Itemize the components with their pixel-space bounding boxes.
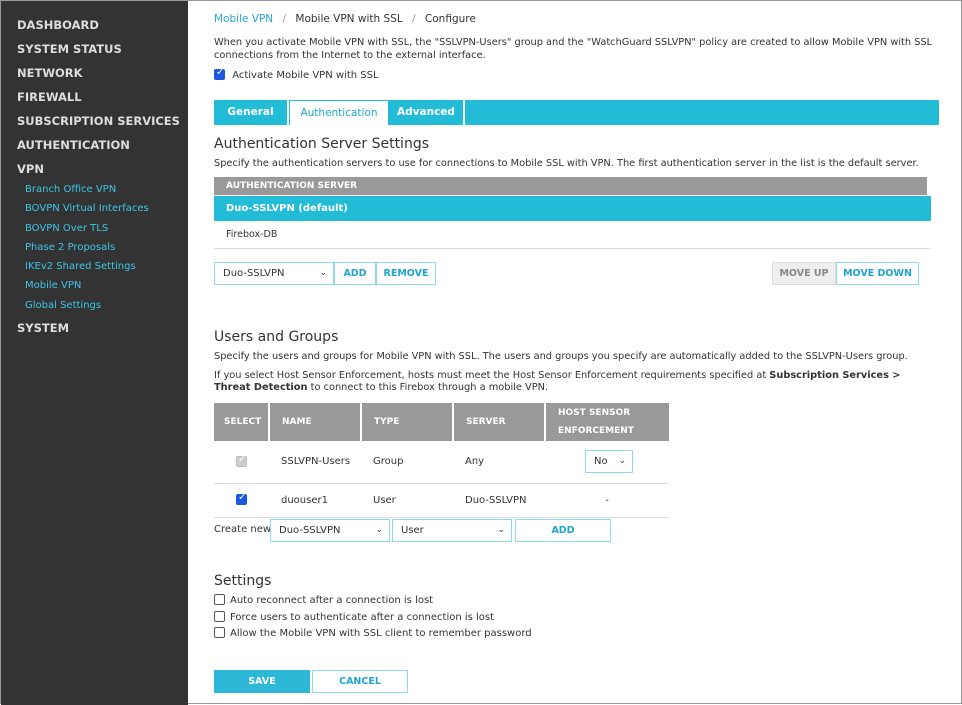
chevron-down-icon: ⌄ <box>375 525 383 535</box>
nav-global-settings[interactable]: Global Settings <box>25 300 101 311</box>
hse-cell: - <box>545 483 669 518</box>
auto-reconnect-checkbox[interactable] <box>214 594 225 605</box>
remember-password-checkbox[interactable] <box>214 627 225 638</box>
auth-remove-button[interactable]: REMOVE <box>376 262 436 285</box>
nav-system-status[interactable]: SYSTEM STATUS <box>17 42 122 56</box>
col-host-sensor: HOST SENSOR ENFORCEMENT <box>545 403 669 441</box>
users-section-desc: Specify the users and groups for Mobile … <box>214 351 908 362</box>
server-cell: Duo-SSLVPN <box>453 483 545 518</box>
breadcrumb: Mobile VPN / Mobile VPN with SSL / Confi… <box>214 13 476 25</box>
breadcrumb-separator: / <box>412 13 416 25</box>
setting-label: Auto reconnect after a connection is los… <box>230 594 434 606</box>
note-text: If you select Host Sensor Enforcement, h… <box>214 370 770 381</box>
col-server: SERVER <box>453 403 546 441</box>
nav-network[interactable]: NETWORK <box>17 66 83 80</box>
select-checkbox <box>236 454 247 467</box>
nav-vpn[interactable]: VPN <box>17 162 44 176</box>
tab-authentication[interactable]: Authentication <box>289 100 389 125</box>
chevron-down-icon: ⌄ <box>319 268 327 278</box>
chevron-down-icon: ⌄ <box>618 456 626 466</box>
nav-system[interactable]: SYSTEM <box>17 321 69 335</box>
auth-add-button[interactable]: ADD <box>334 262 376 285</box>
nav-dashboard[interactable]: DASHBOARD <box>17 18 99 32</box>
name-cell: duouser1 <box>269 483 361 518</box>
users-table-header: SELECT NAME TYPE SERVER HOST SENSOR ENFO… <box>214 403 669 441</box>
auth-server-header: AUTHENTICATION SERVER <box>214 177 927 195</box>
select-cell <box>214 483 269 518</box>
col-name: NAME <box>269 403 362 441</box>
setting-label: Allow the Mobile VPN with SSL client to … <box>230 627 532 639</box>
auth-server-row[interactable]: Firebox-DB <box>214 222 931 249</box>
name-cell: SSLVPN-Users <box>269 441 361 484</box>
hse-select-value: No <box>594 456 608 467</box>
host-sensor-note: If you select Host Sensor Enforcement, h… <box>214 370 939 394</box>
nav-bovpn-over-tls[interactable]: BOVPN Over TLS <box>25 223 108 234</box>
breadcrumb-mobile-vpn[interactable]: Mobile VPN <box>214 13 273 25</box>
activate-row: Activate Mobile VPN with SSL <box>214 67 379 81</box>
hse-select[interactable]: No ⌄ <box>585 450 633 473</box>
create-type-value: User <box>401 525 424 536</box>
activate-label: Activate Mobile VPN with SSL <box>232 69 379 81</box>
settings-title: Settings <box>214 573 272 589</box>
type-cell: Group <box>361 441 453 484</box>
col-select: SELECT <box>214 403 270 441</box>
setting-remember-password: Allow the Mobile VPN with SSL client to … <box>214 627 532 639</box>
activate-checkbox[interactable] <box>214 67 225 80</box>
type-cell: User <box>361 483 453 518</box>
auth-section-title: Authentication Server Settings <box>214 136 430 152</box>
setting-label: Force users to authenticate after a conn… <box>230 611 495 623</box>
nav-subscription-services[interactable]: SUBSCRIPTION SERVICES <box>17 114 180 128</box>
force-auth-checkbox[interactable] <box>214 611 225 622</box>
tab-advanced[interactable]: Advanced <box>389 100 465 125</box>
intro-text: When you activate Mobile VPN with SSL, t… <box>214 37 933 61</box>
setting-auto-reconnect: Auto reconnect after a connection is los… <box>214 594 433 606</box>
tab-general[interactable]: General <box>214 100 289 125</box>
breadcrumb-mobile-vpn-ssl: Mobile VPN with SSL <box>295 13 403 25</box>
users-section-title: Users and Groups <box>214 329 339 345</box>
breadcrumb-separator: / <box>282 13 287 25</box>
move-up-button[interactable]: MOVE UP <box>772 262 836 285</box>
users-table: SELECT NAME TYPE SERVER HOST SENSOR ENFO… <box>214 403 669 518</box>
create-server-select[interactable]: Duo-SSLVPN ⌄ <box>270 519 390 542</box>
setting-force-auth: Force users to authenticate after a conn… <box>214 611 494 623</box>
users-add-button[interactable]: ADD <box>515 519 611 542</box>
chevron-down-icon: ⌄ <box>497 525 505 535</box>
create-server-value: Duo-SSLVPN <box>279 525 341 536</box>
auth-server-select-value: Duo-SSLVPN <box>223 268 285 279</box>
nav-ikev2-shared-settings[interactable]: IKEv2 Shared Settings <box>25 261 136 272</box>
nav-firewall[interactable]: FIREWALL <box>17 90 82 104</box>
nav-branch-office-vpn[interactable]: Branch Office VPN <box>25 184 116 195</box>
save-button[interactable]: SAVE <box>214 670 310 693</box>
hse-cell: No ⌄ <box>545 441 669 484</box>
sidebar: DASHBOARD SYSTEM STATUS NETWORK FIREWALL… <box>1 1 188 705</box>
nav-authentication[interactable]: AUTHENTICATION <box>17 138 130 152</box>
table-row: duouser1 User Duo-SSLVPN - <box>214 483 669 518</box>
breadcrumb-configure: Configure <box>424 13 476 25</box>
table-row: SSLVPN-Users Group Any No ⌄ <box>214 441 669 484</box>
nav-bovpn-virtual-interfaces[interactable]: BOVPN Virtual Interfaces <box>25 203 149 214</box>
select-checkbox[interactable] <box>236 492 247 506</box>
auth-server-row-selected[interactable]: Duo-SSLVPN (default) <box>214 196 931 221</box>
create-type-select[interactable]: User ⌄ <box>392 519 512 542</box>
nav-mobile-vpn[interactable]: Mobile VPN <box>25 280 81 291</box>
cancel-button[interactable]: CANCEL <box>312 670 408 693</box>
tab-bar: General Authentication Advanced <box>214 100 939 125</box>
col-type: TYPE <box>361 403 454 441</box>
auth-server-select[interactable]: Duo-SSLVPN ⌄ <box>214 262 334 285</box>
move-down-button[interactable]: MOVE DOWN <box>836 262 919 285</box>
create-new-label: Create new: <box>214 524 274 535</box>
nav-phase2-proposals[interactable]: Phase 2 Proposals <box>25 242 115 253</box>
server-cell: Any <box>453 441 545 484</box>
select-cell <box>214 441 269 484</box>
note-text: to connect to this Firebox through a mob… <box>307 382 549 393</box>
auth-section-desc: Specify the authentication servers to us… <box>214 158 919 169</box>
